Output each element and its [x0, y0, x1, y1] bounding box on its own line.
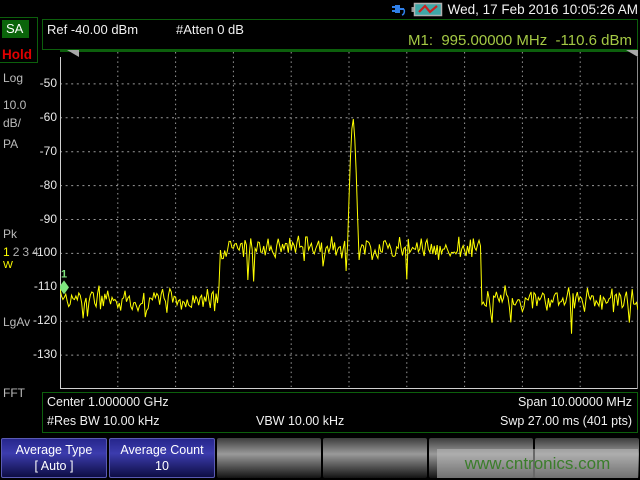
attenuation-label: #Atten 0 dB — [176, 22, 244, 37]
video-bw-label: VBW 10.00 kHz — [256, 414, 344, 428]
detector-label: Pk — [3, 227, 17, 241]
y-axis-tick-label: -60 — [24, 110, 57, 124]
scale-type-label: Log — [3, 71, 23, 85]
active-trace-number: 1 — [3, 245, 13, 259]
y-axis-tick-label: -120 — [24, 313, 57, 327]
ac-plug-icon — [391, 2, 406, 16]
sweep-time-label: Swp 27.00 ms (401 pts) — [500, 414, 632, 428]
y-axis-tick-label: -90 — [24, 212, 57, 226]
y-axis-tick-label: -80 — [24, 178, 57, 192]
ref-level-label: Ref -40.00 dBm — [47, 22, 138, 37]
marker-1-number: 1 — [61, 268, 67, 280]
softkey-average-type[interactable]: Average Type [ Auto ] — [1, 438, 107, 478]
span-label: Span 10.00000 MHz — [518, 395, 632, 409]
bottom-annotation-box: Center 1.000000 GHz Span 10.00000 MHz #R… — [42, 392, 638, 433]
battery-charging-icon — [411, 2, 443, 17]
y-axis-tick-label: -70 — [24, 144, 57, 158]
scale-value-label: 10.0 — [3, 98, 26, 112]
top-annotation-box: Ref -40.00 dBm #Atten 0 dB M1: 995.00000… — [42, 19, 638, 50]
marker-readout: M1: 995.00000 MHz -110.6 dBm — [408, 32, 632, 49]
y-axis-tick-label: -130 — [24, 347, 57, 361]
softkey-label: Average Type — [16, 442, 93, 458]
fft-mode-label: FFT — [3, 386, 25, 400]
softkey-label: Average Count — [120, 442, 203, 458]
watermark: www.cntronics.com — [437, 449, 638, 478]
softkey-average-count[interactable]: Average Count 10 — [109, 438, 215, 478]
datetime: Wed, 17 Feb 2016 10:05:26 AM — [448, 2, 638, 17]
softkey-value: [ Auto ] — [35, 458, 74, 474]
trace-state-letter: W — [3, 259, 13, 271]
center-frequency-label: Center 1.000000 GHz — [47, 395, 169, 409]
y-axis-tick-label: -50 — [24, 76, 57, 90]
softkey-value: 10 — [155, 458, 169, 474]
res-bw-label: #Res BW 10.00 kHz — [47, 414, 160, 428]
softkey-blank-4[interactable] — [323, 438, 427, 478]
scale-unit-label: dB/ — [3, 116, 21, 130]
y-axis-tick-label: -100 — [24, 245, 57, 259]
watermark-text: www.cntronics.com — [465, 454, 610, 474]
spectrum-plot-area[interactable]: 1 — [60, 50, 638, 389]
preamp-label: PA — [3, 137, 18, 151]
y-axis-tick-label: -110 — [24, 279, 57, 293]
marker-1-diamond[interactable] — [60, 280, 69, 294]
status-bar: Wed, 17 Feb 2016 10:05:26 AM — [0, 0, 640, 18]
softkey-blank-3[interactable] — [217, 438, 321, 478]
spectrum-trace-canvas: 1 — [60, 50, 638, 389]
